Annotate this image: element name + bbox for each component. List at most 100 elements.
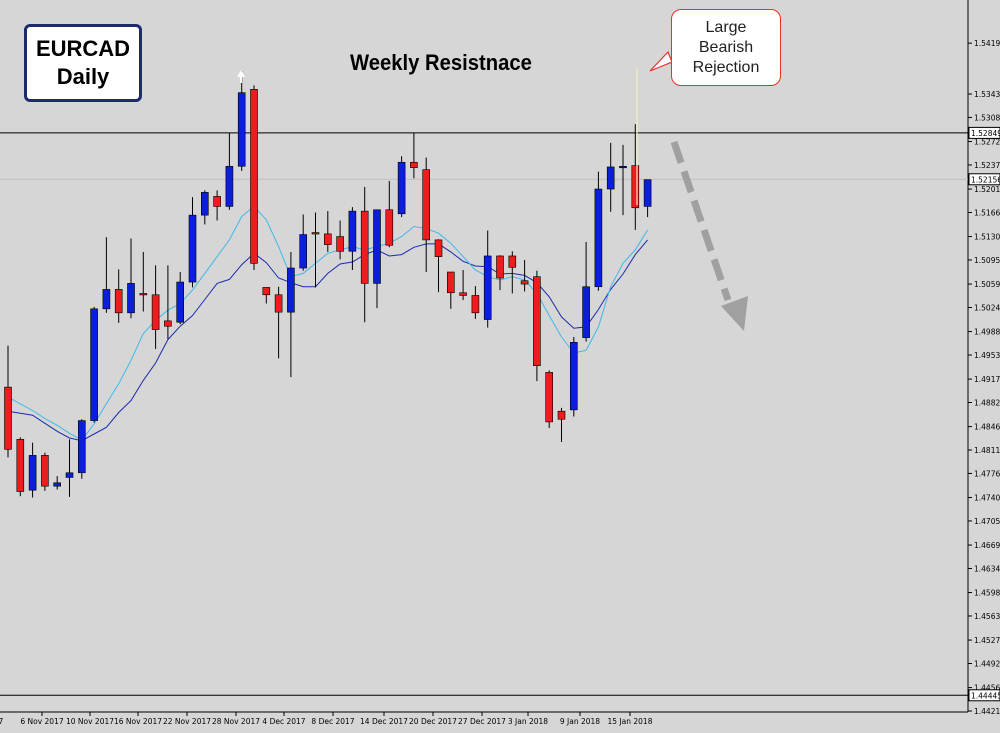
candle-body [496,255,504,279]
bullish-candle [373,209,381,309]
bullish-candle [102,237,111,313]
candle-body [53,482,62,487]
candle-body [41,455,49,487]
candle-body [4,386,12,450]
bullish-candle [225,132,234,210]
candle-body [410,161,418,168]
time-tick-label: 22 Nov 2017 [163,717,211,726]
price-tick-label: 1.49170 [974,375,1000,384]
price-tick-label: 1.49530 [974,351,1000,360]
callout-line-1: Large [705,18,747,36]
bearish-candle [422,157,431,273]
weekly-resistance-label: Weekly Resistnace [350,50,532,75]
candle-body [250,89,258,264]
candle-body [606,166,615,190]
bullish-candle [582,241,590,342]
candle-body [422,169,431,241]
time-tick-label: 4 Dec 2017 [262,717,305,726]
price-tick-label: 1.44920 [974,659,1000,668]
price-tick-label: 1.50240 [974,303,1000,312]
candle-body [385,209,394,246]
time-tick-label: 8 Dec 2017 [311,717,354,726]
candle-body [557,410,566,420]
time-tick-label: 14 Dec 2017 [360,717,408,726]
price-tick-label: 1.46690 [974,541,1000,550]
candlestick-chart: 1.541901.534301.530801.527201.523701.520… [0,0,1000,726]
candle-body [188,214,197,283]
bearish-candle [274,286,283,359]
candle-body [397,161,406,215]
bullish-candle [176,272,184,325]
bearish-candle [114,269,123,323]
bearish-candle [520,259,529,292]
bearish-candle [4,345,12,458]
candle-body [471,295,480,314]
candle-body [508,255,517,268]
bearish-candle [262,287,271,304]
price-tick-label: 1.49880 [974,328,1000,337]
bearish-candle [164,265,172,339]
bearish-candle [459,270,467,301]
candle-body [533,276,541,367]
horizontal-levels: 1.52849 1.44445 1.52156 [0,126,1000,702]
candle-body [631,165,640,209]
time-tick-label: 9 Jan 2018 [560,717,600,726]
price-tick-label: 1.47050 [974,517,1000,526]
bearish-candle [533,270,541,382]
bearish-rejection-callout: Large Bearish Rejection [671,9,781,86]
price-tick-label: 1.54190 [974,39,1000,48]
bearish-candle [545,370,554,428]
price-tick-label: 1.50590 [974,280,1000,289]
bearish-candle [336,220,344,260]
bullish-candle [237,71,246,171]
chart-title-box: EURCAD Daily [24,24,142,102]
price-tick-label: 1.45630 [974,612,1000,621]
bearish-candle [385,181,394,248]
candle-body [201,192,209,216]
bearish-candle [557,407,566,442]
price-tick-label: 1.46340 [974,564,1000,573]
price-tick-label: 1.52010 [974,185,1000,194]
bullish-candle [78,419,86,479]
candle-body [336,236,344,252]
candle-body [90,308,98,421]
bullish-candle [65,439,74,497]
callout-line-3: Rejection [692,58,760,76]
candle-body [582,286,590,338]
callout-line-2: Bearish [698,38,754,56]
bullish-candle [287,251,295,378]
price-tick-label: 1.44210 [974,707,1000,716]
candles [4,71,652,498]
price-tick-label: 1.47760 [974,469,1000,478]
price-tick-label: 1.50950 [974,256,1000,265]
down-arrow-shaft [670,140,732,302]
candle-body [225,165,234,207]
candle-body [299,234,308,269]
candle-body [348,210,357,252]
candle-body [619,165,627,169]
up-arrow-marker-icon [237,70,245,83]
candle-body [287,267,295,313]
bearish-candle [446,271,455,309]
bearish-candle [434,239,443,293]
projected-down-arrow-icon [670,140,748,331]
candle-body [78,420,86,474]
time-tick-label: Oct 2017 [0,717,3,726]
candle-body [16,439,25,492]
price-tick-label: 1.48460 [974,423,1000,432]
bullish-candle [643,179,652,218]
bearish-candle [508,251,517,294]
price-tick-label: 1.51300 [974,233,1000,242]
bullish-candle [483,230,492,328]
bullish-candle [127,238,135,319]
time-tick-label: 27 Dec 2017 [458,717,506,726]
candle-body [373,209,381,284]
candle-body [262,287,271,296]
time-tick-label: 10 Nov 2017 [66,717,114,726]
bullish-candle [594,171,603,291]
candle-body [213,196,221,207]
bearish-candle [213,190,221,221]
bearish-candle [410,132,418,179]
candle-body [323,233,332,245]
candle-body [274,294,283,313]
